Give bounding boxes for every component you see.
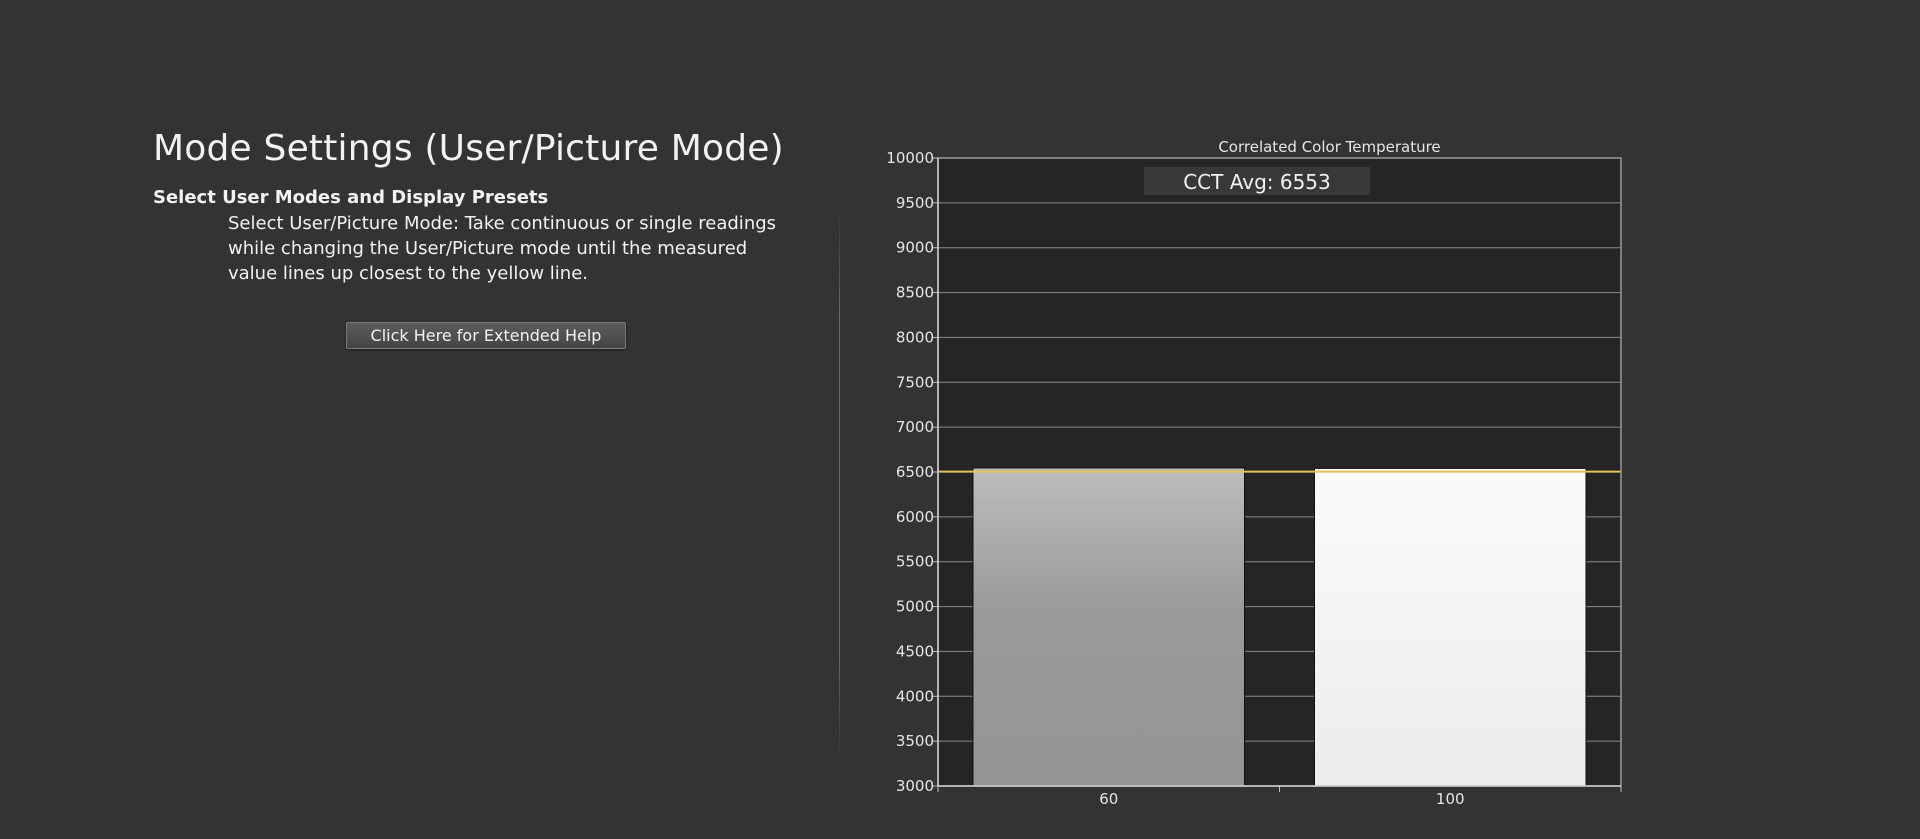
y-tick-label: 3500	[896, 732, 934, 750]
y-tick-label: 8500	[896, 284, 934, 302]
chart-title: Correlated Color Temperature	[1218, 138, 1440, 156]
y-tick-label: 6000	[896, 508, 934, 526]
bar-60	[972, 467, 1245, 787]
y-tick-label: 9500	[896, 194, 934, 212]
y-tick-label: 3000	[896, 777, 934, 795]
y-tick-label: 8000	[896, 328, 934, 346]
y-tick-label: 4500	[896, 642, 934, 660]
y-tick-label: 4000	[896, 687, 934, 705]
y-tick-label: 9000	[896, 239, 934, 257]
bar-100	[1314, 467, 1587, 787]
y-tick-label: 7500	[896, 373, 934, 391]
cct-avg-label: CCT Avg: 6553	[1183, 170, 1331, 194]
y-tick-label: 6500	[896, 463, 934, 481]
x-tick-label: 100	[1436, 790, 1465, 808]
y-tick-label: 7000	[896, 418, 934, 436]
x-tick-label: 60	[1099, 790, 1118, 808]
y-tick-label: 5000	[896, 598, 934, 616]
y-tick-label: 5500	[896, 553, 934, 571]
cct-chart: 3000 3500 4000 4500 5000 5500 6000 6500 7000 7500…	[886, 138, 1622, 808]
mode-settings-page: Mode Settings (User/Picture Mode) Select…	[0, 0, 1920, 839]
y-tick-label: 10000	[886, 149, 934, 167]
